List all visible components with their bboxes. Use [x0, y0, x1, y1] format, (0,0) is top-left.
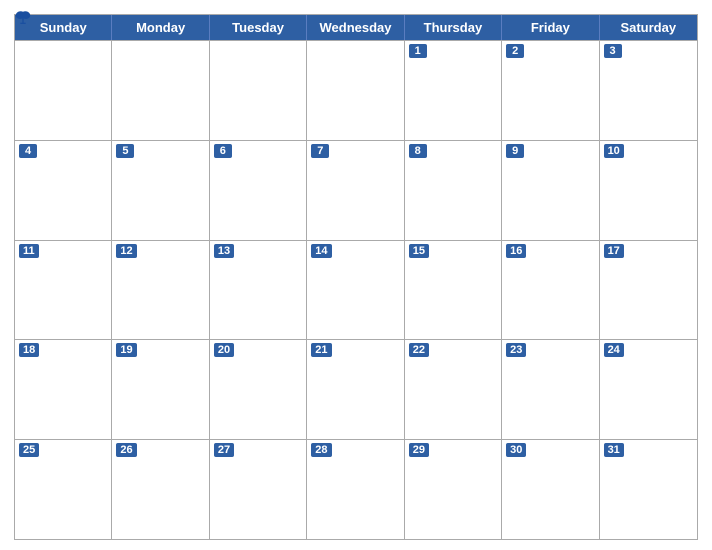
logo-bird-icon	[14, 10, 32, 26]
day-cell: 15	[405, 241, 502, 340]
day-cell: 20	[210, 340, 307, 439]
day-cell	[210, 41, 307, 140]
day-header-monday: Monday	[112, 15, 209, 40]
day-number: 22	[409, 343, 429, 357]
day-number: 17	[604, 244, 624, 258]
day-number: 14	[311, 244, 331, 258]
day-number: 1	[409, 44, 427, 58]
day-number: 24	[604, 343, 624, 357]
day-cell: 29	[405, 440, 502, 539]
day-number: 25	[19, 443, 39, 457]
logo	[14, 10, 34, 26]
day-number: 13	[214, 244, 234, 258]
calendar-page: SundayMondayTuesdayWednesdayThursdayFrid…	[0, 0, 712, 550]
day-cell: 21	[307, 340, 404, 439]
day-cell: 13	[210, 241, 307, 340]
day-header-friday: Friday	[502, 15, 599, 40]
day-number: 19	[116, 343, 136, 357]
day-number: 4	[19, 144, 37, 158]
day-cell: 23	[502, 340, 599, 439]
day-number: 21	[311, 343, 331, 357]
day-number: 26	[116, 443, 136, 457]
day-cell: 6	[210, 141, 307, 240]
calendar-grid: SundayMondayTuesdayWednesdayThursdayFrid…	[14, 14, 698, 540]
day-number: 15	[409, 244, 429, 258]
day-number: 29	[409, 443, 429, 457]
day-header-saturday: Saturday	[600, 15, 697, 40]
week-row-2: 4 5 6 7 8 9 10	[15, 140, 697, 240]
day-header-tuesday: Tuesday	[210, 15, 307, 40]
day-cell: 9	[502, 141, 599, 240]
day-cell: 19	[112, 340, 209, 439]
logo-blue-text	[14, 10, 34, 26]
day-number: 12	[116, 244, 136, 258]
day-number: 8	[409, 144, 427, 158]
day-cell: 30	[502, 440, 599, 539]
day-cell: 2	[502, 41, 599, 140]
day-cell: 4	[15, 141, 112, 240]
day-cell: 12	[112, 241, 209, 340]
day-number: 7	[311, 144, 329, 158]
day-cell: 8	[405, 141, 502, 240]
day-header-wednesday: Wednesday	[307, 15, 404, 40]
day-cell: 5	[112, 141, 209, 240]
day-cell: 26	[112, 440, 209, 539]
day-cell: 25	[15, 440, 112, 539]
day-cell: 27	[210, 440, 307, 539]
day-cell: 22	[405, 340, 502, 439]
day-cell	[112, 41, 209, 140]
day-cell: 10	[600, 141, 697, 240]
week-row-5: 25 26 27 28 29 30 31	[15, 439, 697, 539]
day-cell: 31	[600, 440, 697, 539]
day-number: 10	[604, 144, 624, 158]
day-cell	[307, 41, 404, 140]
day-number: 28	[311, 443, 331, 457]
week-row-1: 1 2 3	[15, 40, 697, 140]
day-cell: 24	[600, 340, 697, 439]
day-cell: 1	[405, 41, 502, 140]
day-number: 20	[214, 343, 234, 357]
day-number: 18	[19, 343, 39, 357]
day-headers-row: SundayMondayTuesdayWednesdayThursdayFrid…	[15, 15, 697, 40]
day-number: 5	[116, 144, 134, 158]
week-row-3: 11 12 13 14 15 16 17	[15, 240, 697, 340]
day-cell: 14	[307, 241, 404, 340]
weeks-container: 1234567891011121314151617181920212223242…	[15, 40, 697, 539]
day-cell: 28	[307, 440, 404, 539]
day-number: 6	[214, 144, 232, 158]
day-cell: 3	[600, 41, 697, 140]
day-number: 27	[214, 443, 234, 457]
day-cell: 18	[15, 340, 112, 439]
day-number: 9	[506, 144, 524, 158]
day-number: 30	[506, 443, 526, 457]
day-cell: 7	[307, 141, 404, 240]
day-number: 11	[19, 244, 39, 258]
day-cell	[15, 41, 112, 140]
day-number: 2	[506, 44, 524, 58]
day-number: 3	[604, 44, 622, 58]
week-row-4: 18 19 20 21 22 23 24	[15, 339, 697, 439]
day-number: 23	[506, 343, 526, 357]
day-number: 31	[604, 443, 624, 457]
day-cell: 16	[502, 241, 599, 340]
day-cell: 17	[600, 241, 697, 340]
day-number: 16	[506, 244, 526, 258]
day-cell: 11	[15, 241, 112, 340]
day-header-thursday: Thursday	[405, 15, 502, 40]
